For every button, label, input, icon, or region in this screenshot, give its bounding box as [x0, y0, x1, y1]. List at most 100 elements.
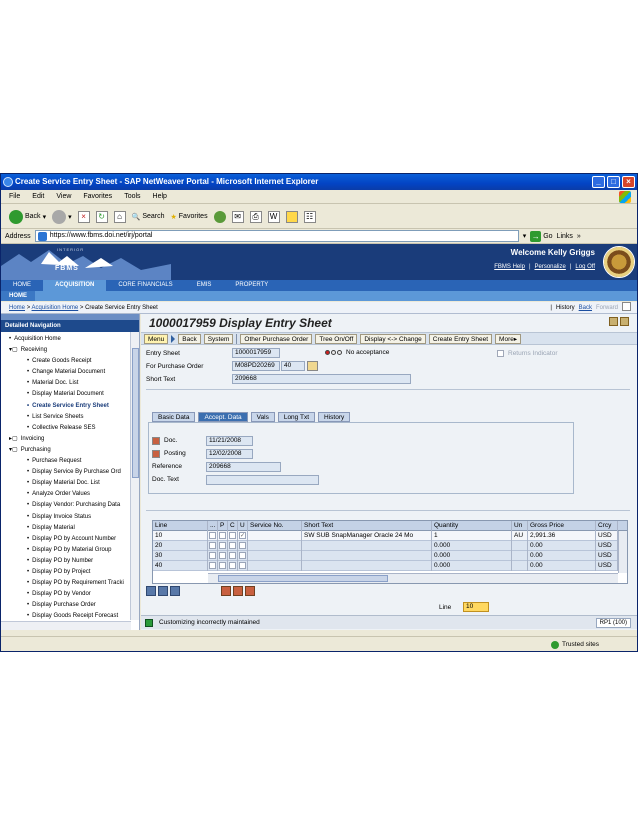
po-field[interactable]: M08PD20269 [232, 361, 280, 371]
column-header[interactable]: Gross Price [528, 521, 596, 531]
table-cell[interactable] [512, 561, 528, 571]
transfer-icon[interactable] [233, 586, 243, 596]
table-cell[interactable] [218, 541, 228, 551]
table-cell[interactable]: ✓ [238, 531, 248, 541]
mail-icon[interactable]: ✉ [231, 210, 244, 223]
system-indicator[interactable]: RP1 (100) [595, 618, 631, 628]
user-assign-icon[interactable] [245, 586, 255, 596]
nav-item[interactable]: • Display PO by Project [1, 567, 139, 578]
column-header[interactable]: P [218, 521, 228, 531]
nav-item[interactable]: • Display Material Document [1, 389, 139, 400]
line-field[interactable]: 10 [463, 602, 489, 612]
go-button[interactable]: → Go [530, 230, 553, 242]
edit-icon[interactable]: W [267, 210, 280, 223]
row-checkbox[interactable] [239, 562, 246, 569]
table-cell[interactable] [248, 551, 302, 561]
table-cell[interactable] [218, 561, 228, 571]
table-cell[interactable]: 2,991.36 [528, 531, 596, 541]
nav-item[interactable]: ▸▢ Invoicing [1, 434, 139, 445]
row-checkbox[interactable] [219, 542, 226, 549]
home-icon[interactable]: ⌂ [113, 210, 126, 223]
personalize-link[interactable]: Personalize [535, 264, 566, 270]
posting-date-field[interactable]: 12/02/2008 [206, 449, 253, 459]
nav-item[interactable]: • Change Material Document [1, 367, 139, 378]
column-header[interactable]: Line [153, 521, 208, 531]
row-checkbox[interactable] [239, 542, 246, 549]
minimize-button[interactable]: _ [592, 176, 605, 188]
tree-on-off-button[interactable]: Tree On/Off [315, 333, 358, 344]
table-cell[interactable] [228, 561, 238, 571]
row-checkbox[interactable] [239, 552, 246, 559]
tab-long-txt[interactable]: Long Txt [277, 412, 316, 422]
nav-item[interactable]: ▾▢ Purchasing [1, 445, 139, 456]
help-page-icon[interactable] [620, 317, 629, 326]
po-item-field[interactable]: 40 [281, 361, 305, 371]
nav-item[interactable]: • Display Service By Purchase Ord [1, 467, 139, 478]
column-header[interactable]: ... [208, 521, 218, 531]
menu-help[interactable]: Help [153, 193, 167, 200]
history-icon[interactable] [213, 210, 226, 223]
doc-date-field[interactable]: 11/21/2008 [206, 436, 253, 446]
table-cell[interactable] [208, 531, 218, 541]
entry-sheet-field[interactable]: 1000017959 [232, 348, 280, 358]
history-button[interactable]: History [556, 302, 575, 314]
table-cell[interactable] [248, 561, 302, 571]
other-purchase-order-button[interactable]: Other Purchase Order [240, 333, 313, 344]
table-cell[interactable]: USD [596, 561, 618, 571]
table-cell[interactable]: 0.000 [432, 551, 512, 561]
column-header[interactable]: U [238, 521, 248, 531]
nav-item[interactable]: • Display Invoice Status [1, 512, 139, 523]
table-cell[interactable]: USD [596, 531, 618, 541]
table-cell[interactable]: 0.00 [528, 541, 596, 551]
table-cell[interactable] [512, 541, 528, 551]
table-cell[interactable]: 40 [153, 561, 208, 571]
nav-item[interactable]: • Material Doc. List [1, 378, 139, 389]
links-chevron-icon[interactable]: » [577, 233, 581, 240]
close-button[interactable]: × [622, 176, 635, 188]
search-button[interactable]: 🔍 Search [132, 213, 165, 221]
column-header[interactable]: C [228, 521, 238, 531]
table-cell[interactable]: 0.00 [528, 561, 596, 571]
row-checkbox[interactable] [209, 532, 216, 539]
log-off-link[interactable]: Log Off [575, 264, 595, 270]
tab-core-financials[interactable]: CORE FINANCIALS [106, 280, 184, 291]
row-checkbox[interactable] [219, 552, 226, 559]
back-link[interactable]: Back [579, 302, 592, 314]
nav-item[interactable]: • Display PO by Number [1, 556, 139, 567]
column-header[interactable]: Short Text [302, 521, 432, 531]
tab-home[interactable]: HOME [1, 280, 43, 291]
row-checkbox[interactable] [219, 532, 226, 539]
messenger-icon[interactable]: ☷ [303, 210, 316, 223]
nav-item[interactable]: • List Service Sheets [1, 412, 139, 423]
forward-link[interactable]: Forward [596, 302, 618, 314]
table-cell[interactable]: SW SUB SnapManager Oracle 24 Mo [302, 531, 432, 541]
table-cell[interactable]: 20 [153, 541, 208, 551]
tab-vals[interactable]: Vals [250, 412, 275, 422]
tab-history[interactable]: History [318, 412, 351, 422]
table-cell[interactable] [238, 541, 248, 551]
nav-item[interactable]: • Display PO by Account Number [1, 534, 139, 545]
table-cell[interactable] [208, 541, 218, 551]
forward-button[interactable]: ▾ [52, 209, 72, 224]
table-cell[interactable] [238, 561, 248, 571]
table-cell[interactable] [248, 531, 302, 541]
table-row[interactable]: 20 0.000 0.00 USD [153, 541, 627, 551]
tab-property[interactable]: PROPERTY [223, 280, 280, 291]
column-header[interactable]: Quantity [432, 521, 512, 531]
table-vertical-scrollbar[interactable] [618, 531, 627, 573]
table-cell[interactable] [302, 561, 432, 571]
menu-file[interactable]: File [9, 193, 20, 200]
column-header[interactable]: Service No. [248, 521, 302, 531]
row-checkbox[interactable] [219, 562, 226, 569]
favorites-button[interactable]: ★ Favorites [171, 213, 208, 221]
maximize-button[interactable]: □ [607, 176, 620, 188]
table-cell[interactable] [208, 561, 218, 571]
table-row[interactable]: 30 0.000 0.00 USD [153, 551, 627, 561]
nav-item[interactable]: • Purchase Request [1, 456, 139, 467]
more-button[interactable]: More▸ [495, 333, 522, 344]
row-checkbox[interactable]: ✓ [239, 532, 246, 539]
nav-item[interactable]: • Display Vendor: Purchasing Data [1, 500, 139, 511]
menu-button[interactable]: Menu [144, 333, 169, 344]
nav-item[interactable]: ▾▢ Receiving [1, 345, 139, 356]
table-cell[interactable] [218, 551, 228, 561]
